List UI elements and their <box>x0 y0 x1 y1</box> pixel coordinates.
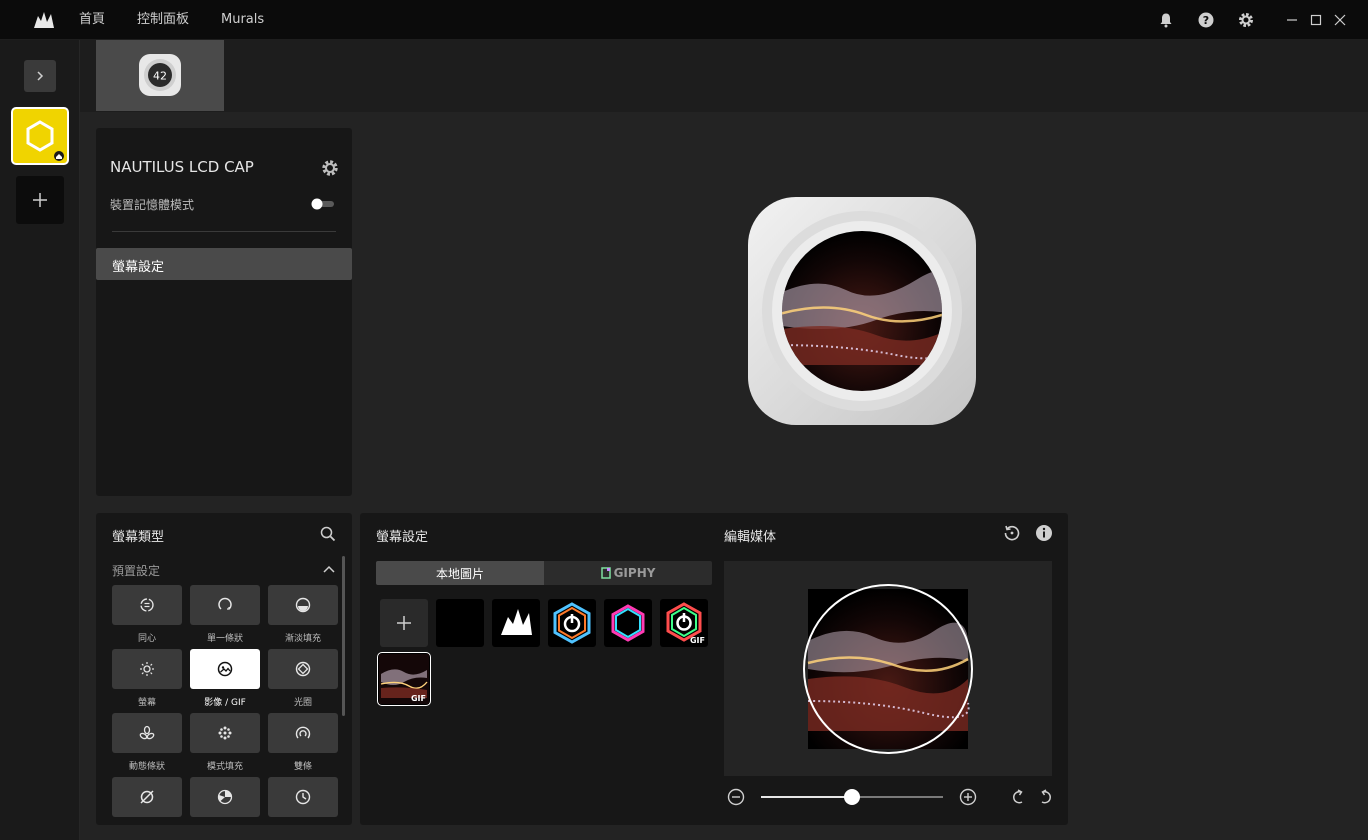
screen-type-scrollbar[interactable] <box>342 556 345 716</box>
close-icon[interactable] <box>1332 12 1348 28</box>
menu-item-screen-settings[interactable]: 螢幕設定 <box>96 248 352 280</box>
lcd-cap-preview <box>746 195 978 427</box>
zoom-slider[interactable] <box>761 788 943 806</box>
tile-empty[interactable] <box>112 777 182 817</box>
tile-aperture[interactable] <box>268 649 338 689</box>
device-tile-hub[interactable] <box>11 107 69 165</box>
tile-label: 雙條 <box>293 762 312 772</box>
expand-rail-button[interactable] <box>24 60 56 92</box>
device-name: NAUTILUS LCD CAP <box>110 158 254 176</box>
giphy-logo-icon <box>600 567 611 579</box>
tile-label: 光圈 <box>293 698 312 708</box>
gif-badge: GIF <box>689 636 705 645</box>
tab-local-label: 本地圖片 <box>435 566 484 581</box>
tile-label: 模式填充 <box>206 762 243 772</box>
fade-fill-icon <box>295 597 311 613</box>
screen-icon <box>140 662 154 676</box>
help-icon[interactable]: ? <box>1198 12 1214 28</box>
plus-icon <box>397 616 411 630</box>
aperture-icon <box>295 661 311 677</box>
reset-icon[interactable] <box>1003 524 1021 542</box>
search-icon[interactable] <box>320 526 336 542</box>
tile-dynamic-bar[interactable] <box>112 713 182 753</box>
tile-dual-bar[interactable] <box>268 713 338 753</box>
thumbnail-icue-gif[interactable]: GIF <box>660 599 708 647</box>
nav-murals[interactable]: Murals <box>221 0 264 40</box>
clock-icon <box>295 789 311 805</box>
nav-dashboard[interactable]: 控制面板 <box>137 0 189 40</box>
zoom-in-icon[interactable] <box>959 788 977 806</box>
device-strip <box>80 40 1368 112</box>
maximize-icon[interactable] <box>1308 12 1324 28</box>
dynamic-bar-icon <box>139 725 155 740</box>
tab-giphy-label: GIPHY <box>613 566 656 580</box>
icue-hex-icon <box>553 602 591 644</box>
device-panel <box>96 128 352 496</box>
memory-mode-toggle[interactable] <box>310 197 336 211</box>
tile-label: 影像 / GIF <box>204 698 246 708</box>
pie-icon <box>217 789 233 805</box>
tile-label: 同心 <box>137 634 156 644</box>
minimize-icon[interactable] <box>1284 12 1300 28</box>
thumbnail-black[interactable] <box>436 599 484 647</box>
media-editor-canvas[interactable] <box>724 561 1052 776</box>
presets-section-label: 預置設定 <box>112 564 161 578</box>
tile-label: 漸淡填充 <box>284 634 321 644</box>
info-icon[interactable] <box>1035 524 1053 542</box>
empty-icon <box>140 790 154 804</box>
thumbnail-rgb-ring[interactable] <box>604 599 652 647</box>
tile-concentric[interactable] <box>112 585 182 625</box>
tab-local-images[interactable]: 本地圖片 <box>376 561 544 585</box>
add-device-button[interactable] <box>16 176 64 224</box>
gif-badge: GIF <box>410 694 426 703</box>
pattern-fill-icon <box>218 726 232 740</box>
zoom-out-icon[interactable] <box>727 788 745 806</box>
corsair-logo-icon <box>32 8 56 32</box>
tile-pattern-fill[interactable] <box>190 713 260 753</box>
thumbnail-particle-wave-selected[interactable]: GIF <box>377 652 431 706</box>
screen-settings-title: 螢幕設定 <box>376 530 429 545</box>
hexagon-icon <box>26 120 64 161</box>
device-temperature-text: 42 <box>153 70 167 83</box>
nav-home[interactable]: 首頁 <box>79 0 105 40</box>
thumbnail-icue-hex[interactable] <box>548 599 596 647</box>
tile-fade-fill[interactable] <box>268 585 338 625</box>
bell-icon[interactable] <box>1158 12 1174 28</box>
tile-single-bar[interactable] <box>190 585 260 625</box>
screen-type-title: 螢幕類型 <box>112 530 165 545</box>
zoom-slider-thumb <box>844 789 860 805</box>
panel-divider <box>112 231 336 232</box>
single-bar-icon <box>218 597 232 610</box>
tile-pie[interactable] <box>190 777 260 817</box>
tile-label: 螢幕 <box>137 698 156 708</box>
collapse-chevron-up-icon[interactable] <box>322 562 336 576</box>
tab-giphy[interactable]: GIPHY <box>544 561 712 585</box>
plus-icon <box>33 193 47 207</box>
thumbnail-corsair-logo[interactable] <box>492 599 540 647</box>
chevron-right-icon <box>37 71 44 81</box>
device-tile-lcd-cap[interactable]: 42 <box>96 40 224 111</box>
tile-clock[interactable] <box>268 777 338 817</box>
tile-label: 動態條狀 <box>128 762 165 772</box>
add-image-button[interactable] <box>380 599 428 647</box>
corsair-sails-icon <box>501 609 532 635</box>
gear-icon[interactable] <box>1238 12 1254 28</box>
concentric-icon <box>140 598 154 612</box>
dual-bar-icon <box>295 726 311 739</box>
image-gif-icon <box>217 661 233 677</box>
tile-screen[interactable] <box>112 649 182 689</box>
memory-mode-label: 裝置記憶體模式 <box>110 198 195 212</box>
device-settings-gear-icon[interactable] <box>321 159 339 177</box>
menu-item-label: 螢幕設定 <box>112 260 165 275</box>
svg-text:?: ? <box>1203 14 1209 27</box>
rgb-ring-icon <box>611 604 645 642</box>
edit-media-title: 編輯媒体 <box>724 530 777 545</box>
tile-label: 單一條狀 <box>206 634 243 644</box>
rotate-left-icon[interactable] <box>1011 789 1027 805</box>
rotate-right-icon[interactable] <box>1037 789 1053 805</box>
tile-image-gif[interactable] <box>190 649 260 689</box>
